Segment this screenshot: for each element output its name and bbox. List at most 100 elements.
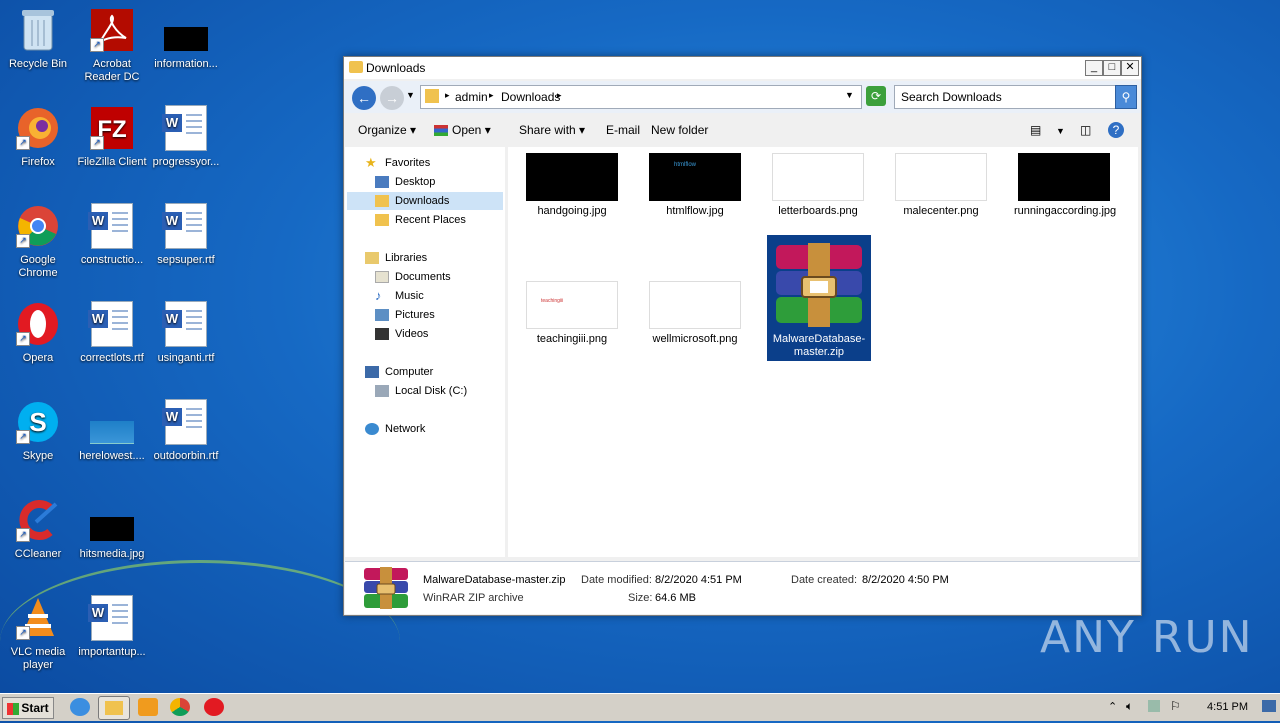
organize-button[interactable]: Organize ▾ bbox=[358, 123, 416, 137]
nav-favorites[interactable]: ★ Favorites bbox=[365, 156, 430, 169]
email-button[interactable]: E-mail bbox=[606, 123, 640, 137]
help-icon[interactable]: ? bbox=[1108, 122, 1124, 138]
window-titlebar[interactable]: Downloads _ □ ✕ bbox=[344, 57, 1141, 79]
desktop-icon-firefox[interactable]: ↗ Firefox bbox=[0, 106, 76, 169]
desktop-icon-vlc[interactable]: ↗ VLC media player bbox=[0, 596, 76, 672]
explorer-taskbar-button[interactable] bbox=[98, 696, 130, 720]
clock[interactable]: 4:51 PM bbox=[1207, 701, 1248, 713]
chrome-icon[interactable] bbox=[170, 698, 190, 716]
details-size-label: Size: bbox=[628, 592, 653, 604]
winrar-archive-icon bbox=[363, 566, 409, 613]
opera-icon[interactable] bbox=[204, 698, 224, 716]
desktop-icon-information[interactable]: information... bbox=[148, 8, 224, 71]
forward-button[interactable]: → bbox=[380, 86, 404, 110]
file-item[interactable]: handgoing.jpg bbox=[522, 153, 622, 217]
nav-music[interactable]: ♪ Music bbox=[375, 289, 424, 302]
preview-pane-icon[interactable]: ◫ bbox=[1080, 123, 1091, 137]
desktop-icon-recycle-bin[interactable]: Recycle Bin bbox=[0, 8, 76, 71]
nav-documents[interactable]: Documents bbox=[375, 271, 451, 284]
action-center-flag-icon[interactable]: ⚐ bbox=[1170, 699, 1181, 713]
desktop-icon-sepsuper[interactable]: W sepsuper.rtf bbox=[148, 203, 224, 267]
search-icon[interactable]: ⚲ bbox=[1115, 85, 1137, 109]
winrar-archive-icon bbox=[774, 239, 864, 329]
breadcrumb-admin[interactable]: admin bbox=[455, 90, 488, 104]
acrobat-icon: ↗ bbox=[90, 8, 134, 52]
back-button[interactable]: ← bbox=[352, 86, 376, 110]
documents-icon bbox=[375, 271, 389, 284]
show-hidden-icons[interactable]: ⌃ bbox=[1108, 700, 1117, 713]
nav-network[interactable]: Network bbox=[365, 423, 425, 436]
file-item[interactable]: malecenter.png bbox=[891, 153, 991, 217]
nav-downloads[interactable]: Downloads bbox=[375, 195, 449, 208]
nav-pictures[interactable]: Pictures bbox=[375, 309, 435, 322]
address-dropdown-icon[interactable]: ▼ bbox=[845, 90, 854, 100]
word-document-icon: W bbox=[162, 105, 208, 151]
close-button[interactable]: ✕ bbox=[1121, 60, 1139, 76]
desktop-icon-opera[interactable]: ↗ Opera bbox=[0, 302, 76, 365]
desktop-icon-correctlots[interactable]: W correctlots.rtf bbox=[74, 301, 150, 365]
address-bar[interactable]: ▸ admin ▸ Downloads ▸ ▼ bbox=[420, 85, 862, 109]
file-item[interactable]: wellmicrosoft.png bbox=[645, 281, 745, 345]
internet-explorer-icon[interactable] bbox=[70, 698, 90, 716]
image-thumbnail-icon bbox=[90, 498, 134, 542]
network-icon bbox=[365, 423, 379, 436]
breadcrumb-downloads[interactable]: Downloads bbox=[501, 90, 560, 104]
computer-icon bbox=[365, 366, 379, 379]
desktop-icon-herelowest[interactable]: herelowest.... bbox=[74, 400, 150, 463]
file-item[interactable]: runningaccording.jpg bbox=[1014, 153, 1116, 217]
desktop-icon-label: outdoorbin.rtf bbox=[153, 450, 219, 462]
desktop-icon-label: hitsmedia.jpg bbox=[79, 548, 145, 560]
show-desktop-icon[interactable] bbox=[1262, 700, 1276, 712]
desktop-icon-skype[interactable]: S ↗ Skype bbox=[0, 400, 76, 463]
maximize-button[interactable]: □ bbox=[1103, 60, 1121, 76]
details-date-created: 8/2/2020 4:50 PM bbox=[862, 574, 949, 586]
folder-icon bbox=[105, 701, 123, 715]
share-with-button[interactable]: Share with ▾ bbox=[519, 123, 585, 137]
desktop-icon-outdoorbin[interactable]: W outdoorbin.rtf bbox=[148, 399, 224, 463]
nav-local-disk[interactable]: Local Disk (C:) bbox=[375, 385, 467, 398]
image-thumbnail-icon bbox=[164, 8, 208, 52]
network-tray-icon[interactable] bbox=[1148, 700, 1160, 712]
image-thumbnail: teachingiii bbox=[526, 281, 618, 329]
desktop-icon-usinganti[interactable]: W usinganti.rtf bbox=[148, 301, 224, 365]
word-document-icon: W bbox=[88, 301, 134, 347]
minimize-button[interactable]: _ bbox=[1085, 60, 1103, 76]
nav-videos[interactable]: Videos bbox=[375, 328, 428, 341]
nav-computer[interactable]: Computer bbox=[365, 366, 433, 379]
start-button[interactable]: Start bbox=[2, 697, 54, 719]
search-input[interactable]: Search Downloads bbox=[894, 85, 1116, 109]
open-button[interactable]: Open ▾ bbox=[434, 123, 491, 137]
word-document-icon: W bbox=[88, 595, 134, 641]
desktop-icon-constructio[interactable]: W constructio... bbox=[74, 203, 150, 267]
desktop-icon-progressyor[interactable]: W progressyor... bbox=[148, 105, 224, 169]
new-folder-button[interactable]: New folder bbox=[651, 123, 708, 137]
refresh-icon[interactable]: ⟳ bbox=[866, 86, 886, 106]
word-document-icon: W bbox=[162, 203, 208, 249]
volume-icon[interactable]: 🔈︎ bbox=[1126, 699, 1133, 714]
nav-desktop[interactable]: Desktop bbox=[375, 176, 435, 189]
folder-icon bbox=[425, 89, 439, 103]
desktop-icon-importantup[interactable]: W importantup... bbox=[74, 595, 150, 659]
desktop-icon-label: importantup... bbox=[78, 646, 146, 658]
file-name: malecenter.png bbox=[903, 205, 979, 217]
desktop-icon-hitsmedia[interactable]: hitsmedia.jpg bbox=[74, 498, 150, 561]
desktop-icon-chrome[interactable]: ↗ Google Chrome bbox=[0, 204, 76, 280]
file-item[interactable]: letterboards.png bbox=[768, 153, 868, 217]
file-item[interactable]: teachingiii teachingiii.png bbox=[522, 281, 622, 345]
desktop-icon-acrobat[interactable]: ↗ Acrobat Reader DC bbox=[74, 8, 150, 84]
change-view-icon[interactable]: ▤ bbox=[1030, 123, 1041, 137]
desktop-icon-filezilla[interactable]: FZ ↗ FileZilla Client bbox=[74, 106, 150, 169]
details-date-modified-label: Date modified: bbox=[581, 574, 652, 586]
recent-pages-dropdown[interactable]: ▼ bbox=[406, 90, 415, 100]
view-options-dropdown[interactable]: ▼ bbox=[1056, 126, 1065, 136]
libraries-icon bbox=[365, 252, 379, 265]
nav-recent-places[interactable]: Recent Places bbox=[375, 214, 466, 227]
file-item-selected[interactable]: MalwareDatabase-master.zip bbox=[767, 235, 871, 361]
nav-libraries[interactable]: Libraries bbox=[365, 252, 427, 265]
desktop-icon-ccleaner[interactable]: ↗ CCleaner bbox=[0, 498, 76, 561]
desktop-icon-label: FileZilla Client bbox=[77, 156, 147, 168]
recycle-bin-icon bbox=[16, 8, 60, 52]
skype-icon: S ↗ bbox=[16, 400, 60, 444]
file-item[interactable]: htmlflow htmlflow.jpg bbox=[645, 153, 745, 217]
media-player-icon[interactable] bbox=[138, 698, 158, 716]
